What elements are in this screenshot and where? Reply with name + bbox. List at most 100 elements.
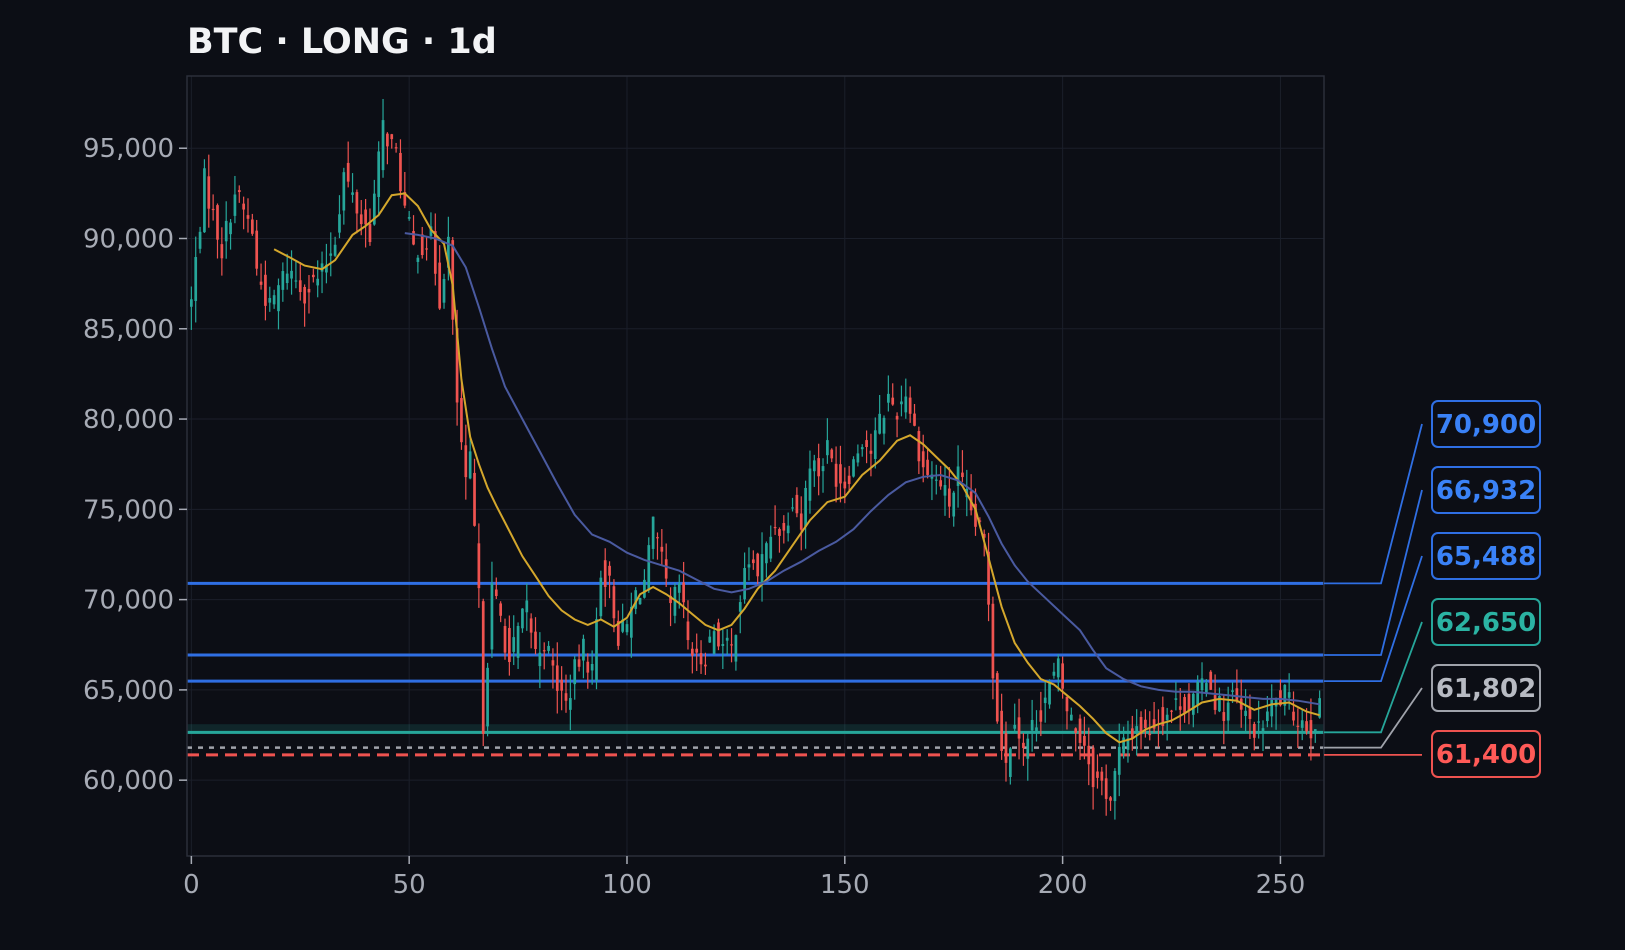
candle-body xyxy=(1065,696,1069,712)
y-tick-label: 85,000 xyxy=(83,315,174,345)
candle-body xyxy=(311,274,315,278)
level-connector xyxy=(1324,423,1423,585)
candle-body xyxy=(494,589,498,597)
candle-body xyxy=(760,554,764,585)
candle-body xyxy=(913,413,916,426)
candle-body xyxy=(1231,690,1234,692)
candle-body xyxy=(704,664,707,667)
candle-body xyxy=(255,230,259,269)
candle-body xyxy=(438,262,442,309)
candle-body xyxy=(1213,695,1217,710)
candle-body xyxy=(873,430,877,459)
candle-body xyxy=(508,627,511,663)
candle-body xyxy=(1300,720,1304,728)
candle-body xyxy=(1096,771,1099,778)
candle-body xyxy=(643,579,646,598)
candle-body xyxy=(1087,745,1091,765)
candle-body xyxy=(198,231,202,249)
candle-body xyxy=(934,479,938,481)
candle-body xyxy=(516,625,520,658)
candle-body xyxy=(477,543,481,589)
candle-body xyxy=(843,481,847,489)
candle-body xyxy=(1209,671,1213,690)
candle-body xyxy=(1183,697,1186,714)
candle-body xyxy=(416,257,420,262)
candle-body xyxy=(830,449,834,459)
candle-body xyxy=(1017,717,1021,739)
candle-body xyxy=(381,120,385,171)
candle-body xyxy=(481,601,485,734)
y-tick-label: 95,000 xyxy=(83,134,174,164)
level-connector xyxy=(1324,621,1423,734)
candle-body xyxy=(216,205,219,240)
candle-body xyxy=(651,516,655,549)
candle-body xyxy=(647,545,651,591)
candle-body xyxy=(316,278,320,286)
candle-body xyxy=(237,190,241,193)
candle-body xyxy=(1104,778,1108,799)
candle-body xyxy=(878,413,882,434)
x-axis: 0 50 100 150 200 250 xyxy=(183,856,1305,900)
candle-body xyxy=(625,624,629,633)
chart: BTC · LONG · 1d 60,000 65,000 70,000 75,000… xyxy=(0,0,1625,950)
candle-body xyxy=(952,492,956,517)
candle-body xyxy=(194,257,198,301)
candle-body xyxy=(569,698,572,710)
candle-body xyxy=(943,485,947,496)
candle-body xyxy=(1004,733,1008,763)
candle-body xyxy=(1165,714,1169,721)
candle-body xyxy=(782,523,786,531)
candle-body xyxy=(1030,719,1034,731)
candle-body xyxy=(847,475,851,485)
candle-body xyxy=(595,619,598,681)
candle-body xyxy=(1048,681,1051,705)
level-label: 70,900 xyxy=(1436,410,1536,440)
candle-body xyxy=(686,621,690,641)
candle-body xyxy=(948,488,951,507)
candle-body xyxy=(390,134,394,140)
candle-body xyxy=(525,600,529,613)
candle-body xyxy=(1205,683,1208,694)
candle-body xyxy=(1178,706,1182,710)
candle-body xyxy=(351,192,354,195)
candle-body xyxy=(1200,678,1204,691)
candle-body xyxy=(499,603,503,616)
candle-body xyxy=(1117,746,1121,775)
candle-body xyxy=(690,648,694,656)
candle-body xyxy=(1266,711,1269,722)
candle-body xyxy=(1091,747,1095,788)
candle-body xyxy=(612,586,616,619)
y-tick-label: 70,000 xyxy=(83,586,174,616)
candle-body xyxy=(1052,671,1056,676)
candle-body xyxy=(791,507,794,509)
candle-body xyxy=(1226,702,1230,721)
candle-body xyxy=(207,176,211,209)
level-labels: 70,900 66,932 65,488 62,650 61,802 61,400 xyxy=(1324,400,1541,778)
candle-body xyxy=(603,560,607,587)
candle-body xyxy=(1113,771,1117,802)
x-tick-label: 50 xyxy=(393,870,426,900)
candle-body xyxy=(534,631,537,649)
candle-body xyxy=(229,222,232,235)
candle-body xyxy=(564,693,568,701)
candle-body xyxy=(586,661,590,673)
candle-body xyxy=(821,466,825,472)
candle-body xyxy=(407,217,411,219)
candle-body xyxy=(1061,663,1064,689)
candle-body xyxy=(599,577,603,617)
candle-body xyxy=(869,450,873,454)
candle-body xyxy=(708,636,712,643)
candle-body xyxy=(420,234,424,255)
x-tick-label: 250 xyxy=(1256,870,1306,900)
candles xyxy=(190,98,1321,820)
candle-body xyxy=(991,603,995,679)
level-label: 66,932 xyxy=(1436,476,1536,506)
candle-body xyxy=(577,659,581,667)
candle-body xyxy=(1305,721,1308,732)
moving-averages xyxy=(273,192,1320,744)
candle-body xyxy=(547,645,550,651)
candle-body xyxy=(1174,698,1178,700)
y-tick-label: 65,000 xyxy=(83,676,174,706)
candle-body xyxy=(333,244,337,256)
candle-body xyxy=(895,415,899,420)
